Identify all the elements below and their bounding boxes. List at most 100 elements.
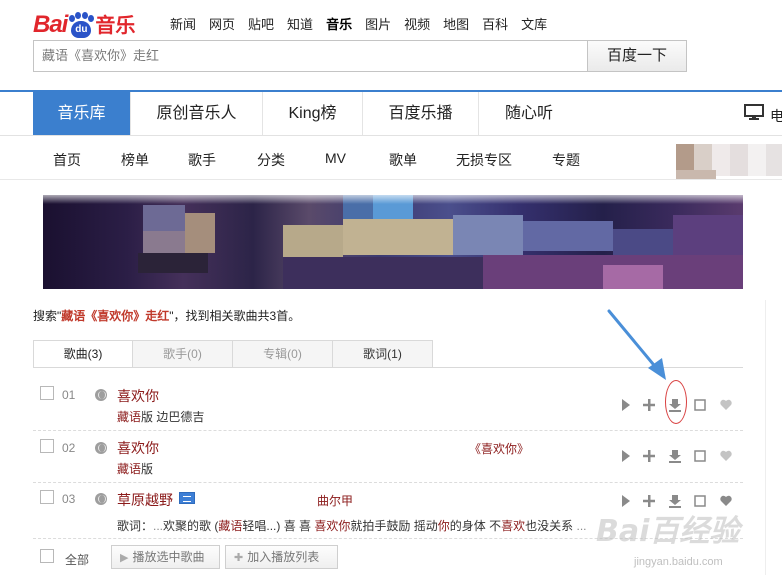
song-singer[interactable]: 曲尔甲 [317, 492, 353, 509]
top-nav-web[interactable]: 网页 [209, 14, 235, 33]
add-to-playlist-label: 加入播放列表 [247, 550, 320, 564]
top-nav-music[interactable]: 音乐 [326, 14, 352, 33]
globe-icon [95, 493, 107, 505]
song-version-keyword: 藏语 [117, 410, 142, 424]
result-tabs: 歌曲(3) 歌手(0) 专辑(0) 歌词(1) [33, 340, 433, 368]
sub-nav-charts[interactable]: 榜单 [121, 150, 149, 170]
song-number: 03 [62, 492, 76, 506]
search-input[interactable]: 藏语《喜欢你》走红 [33, 40, 587, 72]
tab-songs[interactable]: 歌曲(3) [33, 340, 133, 368]
baidu-music-logo[interactable]: Bai du 音乐 [33, 4, 135, 38]
promo-banner-image[interactable] [43, 195, 743, 289]
result-summary: 搜索"藏语《喜欢你》走红"，找到相关歌曲共3首。 [33, 307, 300, 324]
lyric-snippet: 歌词：...欢聚的歌 (藏语轻唱...) 喜 喜 喜欢你就拍手鼓励 摇动你的身体… [117, 517, 587, 534]
lyric-label: 歌词： [117, 519, 154, 533]
main-nav-music-library[interactable]: 音乐库 [33, 92, 131, 135]
watermark-url: jingyan.baidu.com [634, 556, 723, 568]
sub-nav-bottom-border [0, 179, 782, 180]
song-title[interactable]: 喜欢你 [117, 438, 159, 458]
lyric-part: ... [573, 519, 587, 533]
result-summary-prefix: 搜索" [33, 309, 62, 323]
globe-icon [95, 442, 107, 454]
result-summary-keyword: 藏语《喜欢你》走红 [61, 309, 170, 323]
select-all-label[interactable]: 全部 [65, 551, 89, 568]
song-title[interactable]: 草原越野 [117, 490, 173, 510]
logo-bai-text: Bai [33, 11, 68, 38]
lyric-part-highlight: 你 [437, 519, 450, 533]
lyric-part: 轻唱...) 喜 喜 [242, 519, 315, 533]
baidu-paw-icon: du [68, 12, 95, 38]
song-checkbox[interactable] [40, 439, 54, 453]
top-nav-tieba[interactable]: 贴吧 [248, 14, 274, 33]
lyric-part: 就拍手鼓励 摇动 [350, 519, 438, 533]
main-nav-suixinting[interactable]: 随心听 [479, 92, 579, 135]
sub-nav-playlists[interactable]: 歌单 [389, 150, 417, 170]
sub-nav: 首页 榜单 歌手 分类 MV 歌单 无损专区 专题 [0, 136, 782, 180]
add-icon[interactable] [642, 448, 656, 464]
result-summary-suffix: "，找到相关歌曲共3首。 [169, 309, 301, 323]
mv-icon[interactable] [179, 492, 195, 504]
main-nav: 音乐库 原创音乐人 King榜 百度乐播 随心听 [33, 92, 579, 135]
annotation-circle [665, 380, 687, 424]
song-album[interactable]: 《喜欢你》 [469, 440, 529, 457]
song-version: 藏语版 边巴德吉 [117, 408, 204, 425]
select-all-checkbox[interactable] [40, 549, 54, 563]
top-nav-images[interactable]: 图片 [365, 14, 391, 33]
search-button[interactable]: 百度一下 [587, 40, 687, 72]
main-nav-baidu-lebo[interactable]: 百度乐播 [363, 92, 479, 135]
lyric-part-highlight: 喜欢 [501, 519, 526, 533]
collect-box-icon[interactable] [693, 448, 707, 464]
lyric-part-highlight: 藏语 [218, 519, 243, 533]
add-to-playlist-button[interactable]: ✚ 加入播放列表 [225, 545, 338, 569]
sub-nav-artists[interactable]: 歌手 [188, 150, 216, 170]
annotation-arrow-icon [607, 309, 666, 380]
song-number: 01 [62, 388, 76, 402]
top-nav-video[interactable]: 视频 [404, 14, 430, 33]
song-checkbox[interactable] [40, 386, 54, 400]
play-small-icon: ▶ [120, 552, 129, 564]
desktop-client-label[interactable]: 电 [770, 106, 782, 126]
song-actions [585, 448, 732, 464]
globe-icon [95, 389, 107, 401]
sub-nav-categories[interactable]: 分类 [257, 150, 285, 170]
song-number: 02 [62, 441, 76, 455]
lyric-part: 的身体 不 [449, 519, 502, 533]
sub-nav-mv[interactable]: MV [325, 150, 346, 166]
sub-nav-topics[interactable]: 专题 [552, 150, 580, 170]
baidu-jingyan-watermark: Bai百经验 jingyan.baidu.com [586, 504, 782, 575]
heart-icon[interactable] [719, 448, 733, 464]
banner-fade [43, 190, 743, 204]
sub-nav-home[interactable]: 首页 [53, 150, 81, 170]
song-version: 藏语版 [117, 460, 153, 477]
desktop-client-icon[interactable] [744, 104, 764, 120]
top-nav-map[interactable]: 地图 [443, 14, 469, 33]
main-nav-king-chart[interactable]: King榜 [263, 92, 363, 135]
song-actions [585, 397, 732, 413]
top-nav: 新闻 网页 贴吧 知道 音乐 图片 视频 地图 百科 文库 [170, 14, 560, 33]
tab-artists[interactable]: 歌手(0) [133, 340, 233, 368]
row-divider [33, 482, 743, 483]
play-selected-label: 播放选中歌曲 [132, 550, 205, 564]
add-icon[interactable] [642, 397, 656, 413]
song-title[interactable]: 喜欢你 [117, 386, 159, 406]
heart-icon[interactable] [719, 397, 733, 413]
collect-box-icon[interactable] [693, 397, 707, 413]
plus-small-icon: ✚ [234, 552, 244, 564]
sub-nav-lossless[interactable]: 无损专区 [456, 150, 512, 170]
top-nav-baike[interactable]: 百科 [482, 14, 508, 33]
song-checkbox[interactable] [40, 490, 54, 504]
play-selected-button[interactable]: ▶ 播放选中歌曲 [111, 545, 220, 569]
lyric-part-highlight: 喜欢你 [314, 519, 351, 533]
top-nav-zhidao[interactable]: 知道 [287, 14, 313, 33]
play-icon[interactable] [619, 397, 633, 413]
tab-albums[interactable]: 专辑(0) [233, 340, 333, 368]
download-icon[interactable] [668, 448, 682, 464]
top-nav-news[interactable]: 新闻 [170, 14, 196, 33]
play-icon[interactable] [619, 448, 633, 464]
top-nav-wenku[interactable]: 文库 [521, 14, 547, 33]
watermark-logo: Bai百经验 [596, 514, 740, 549]
main-nav-original-artists[interactable]: 原创音乐人 [131, 92, 263, 135]
row-divider [33, 430, 743, 431]
tab-lyrics[interactable]: 歌词(1) [333, 340, 433, 368]
lyric-part: ... [153, 519, 164, 533]
